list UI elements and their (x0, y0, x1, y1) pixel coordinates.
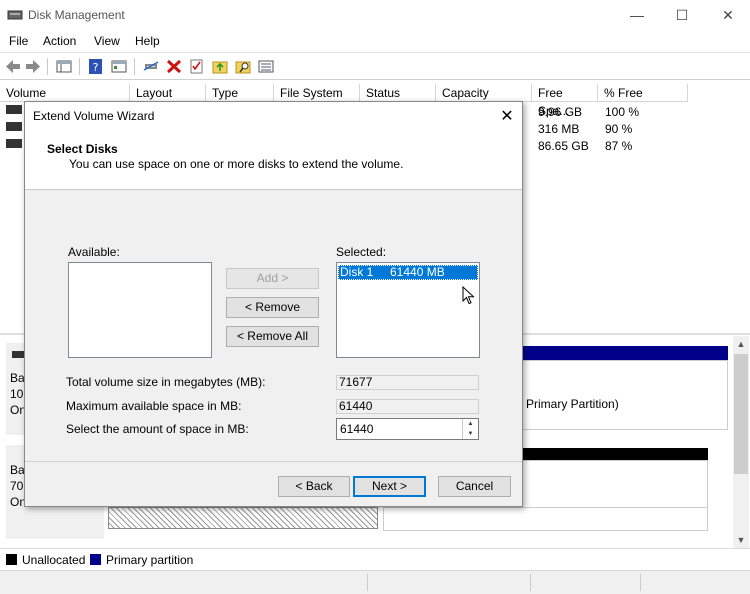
folder-search-icon[interactable] (234, 58, 252, 75)
dialog-title: Extend Volume Wizard (33, 109, 155, 123)
amount-value[interactable]: 61440 (340, 422, 373, 436)
connect-icon[interactable] (142, 58, 160, 75)
menu-help[interactable]: Help (135, 34, 160, 48)
menu-file[interactable]: File (9, 34, 28, 48)
minimize-button[interactable]: — (627, 6, 647, 24)
free-space-cell: 9.96 GB (538, 105, 583, 119)
amount-stepper[interactable]: 61440 ▲ ▼ (336, 418, 479, 440)
free-space-cell: 316 MB (538, 122, 580, 136)
toolbar-separator (47, 58, 48, 75)
column-header-capacity[interactable]: Capacity (436, 84, 532, 102)
partition-block[interactable]: Primary Partition) (520, 360, 728, 430)
close-window-button[interactable]: ✕ (718, 6, 738, 24)
list-view-icon[interactable] (257, 58, 275, 75)
svg-text:?: ? (93, 61, 99, 74)
spin-up-icon[interactable]: ▲ (463, 419, 478, 429)
vertical-scrollbar[interactable]: ▲ ▼ (733, 336, 749, 548)
cancel-button[interactable]: Cancel (438, 476, 511, 497)
column-header-free-space[interactable]: Free Spa... (532, 84, 598, 118)
column-header-percent-free[interactable]: % Free (598, 84, 688, 102)
free-space-cell: 86.65 GB (538, 139, 589, 153)
disk-size: 10 (10, 387, 24, 401)
column-header-layout[interactable]: Layout (130, 84, 206, 102)
max-available-label: Maximum available space in MB: (66, 399, 242, 413)
select-amount-label: Select the amount of space in MB: (66, 422, 249, 436)
menu-view[interactable]: View (94, 34, 120, 48)
spin-down-icon[interactable]: ▼ (463, 429, 478, 439)
unallocated-header (520, 448, 708, 460)
drive-icon (6, 105, 22, 114)
partition-label: Primary Partition) (526, 397, 619, 411)
forward-arrow-icon[interactable] (24, 58, 42, 75)
percent-free-cell: 90 % (605, 122, 633, 136)
total-size-label: Total volume size in megabytes (MB): (66, 375, 266, 389)
dialog-titlebar: Extend Volume Wizard ✕ (25, 102, 522, 130)
total-size-value: 71677 (336, 375, 479, 390)
selected-label: Selected: (336, 245, 387, 259)
remove-button[interactable]: < Remove (226, 297, 319, 318)
toolbar-separator (134, 58, 135, 75)
column-header-volume[interactable]: Volume (0, 84, 130, 102)
add-button[interactable]: Add > (226, 268, 319, 289)
unallocated-swatch (6, 554, 17, 565)
status-divider (367, 574, 368, 591)
column-header-file-system[interactable]: File System (274, 84, 360, 102)
column-header-status[interactable]: Status (360, 84, 436, 102)
available-label: Available: (68, 245, 120, 259)
window-title: Disk Management (28, 8, 125, 22)
available-disks-list[interactable] (68, 262, 212, 358)
partition-block[interactable] (383, 507, 708, 531)
column-header-type[interactable]: Type (206, 84, 274, 102)
back-arrow-icon[interactable] (4, 58, 22, 75)
properties-icon[interactable] (110, 58, 128, 75)
mouse-cursor-icon (462, 286, 475, 305)
dialog-header: Select Disks You can use space on one or… (25, 130, 522, 190)
disk-management-icon (7, 10, 23, 20)
max-available-value: 61440 (336, 399, 479, 414)
delete-icon[interactable] (165, 58, 183, 75)
back-button[interactable]: < Back (278, 476, 350, 497)
disk-label: Ba (10, 463, 25, 477)
menu-action[interactable]: Action (43, 34, 76, 48)
console-tree-icon[interactable] (55, 58, 73, 75)
scroll-thumb[interactable] (734, 354, 748, 474)
footer-divider (25, 461, 522, 462)
page-title: Select Disks (47, 142, 118, 156)
status-divider (530, 574, 531, 591)
legend-unallocated: Unallocated (22, 553, 86, 567)
maximize-button[interactable]: ☐ (672, 6, 692, 24)
drive-icon (6, 139, 22, 148)
percent-free-cell: 87 % (605, 139, 633, 153)
close-icon[interactable]: ✕ (497, 106, 517, 126)
legend: Unallocated Primary partition (0, 548, 750, 570)
toolbar: ? (0, 52, 750, 80)
disk-label: Ba (10, 371, 25, 385)
status-bar (0, 570, 750, 594)
selected-partition-hatched[interactable] (108, 507, 378, 529)
drive-icon (6, 122, 22, 131)
folder-up-icon[interactable] (211, 58, 229, 75)
percent-free-cell: 100 % (605, 105, 640, 119)
scroll-down-icon[interactable]: ▼ (733, 532, 749, 548)
menu-bar: File Action View Help (0, 30, 750, 52)
remove-all-button[interactable]: < Remove All (226, 326, 319, 347)
status-divider (640, 574, 641, 591)
extend-volume-wizard-dialog: Extend Volume Wizard ✕ Select Disks You … (24, 101, 523, 507)
spin-buttons: ▲ ▼ (462, 419, 478, 439)
legend-primary-partition: Primary partition (106, 553, 194, 567)
scroll-up-icon[interactable]: ▲ (733, 336, 749, 352)
primary-partition-swatch (90, 554, 101, 565)
list-item[interactable]: Disk 1 61440 MB (338, 265, 478, 280)
page-description: You can use space on one or more disks t… (69, 157, 404, 171)
help-icon[interactable]: ? (87, 58, 105, 75)
window-titlebar: Disk Management — ☐ ✕ (0, 0, 750, 30)
next-button[interactable]: Next > (353, 476, 426, 497)
checklist-icon[interactable] (188, 58, 206, 75)
selected-disks-list[interactable]: Disk 1 61440 MB (336, 262, 480, 358)
primary-partition-header (520, 346, 728, 360)
toolbar-separator (79, 58, 80, 75)
